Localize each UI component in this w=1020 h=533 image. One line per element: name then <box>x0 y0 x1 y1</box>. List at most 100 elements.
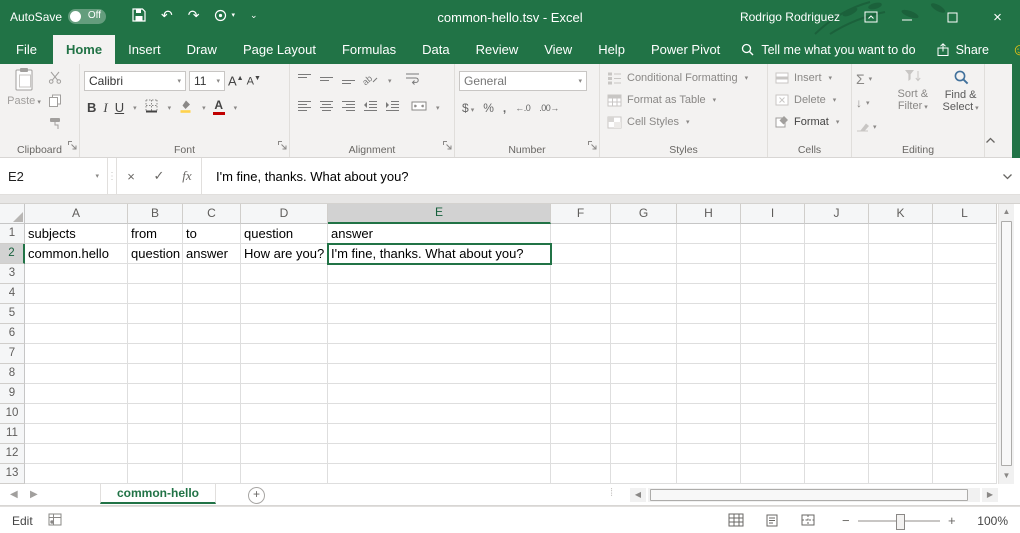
cell-E10[interactable] <box>328 404 551 424</box>
page-layout-view-button[interactable] <box>764 513 780 530</box>
collapse-ribbon-button[interactable] <box>985 131 996 149</box>
insert-function-button[interactable]: fx <box>173 168 201 184</box>
cell-E6[interactable] <box>328 324 551 344</box>
cell-D4[interactable] <box>241 284 328 304</box>
cell-H12[interactable] <box>677 444 741 464</box>
cell-G3[interactable] <box>611 264 677 284</box>
cell-J6[interactable] <box>805 324 869 344</box>
paste-button[interactable]: Paste▾ <box>4 67 44 135</box>
cell-I5[interactable] <box>741 304 805 324</box>
italic-button[interactable]: I <box>103 101 107 115</box>
cell-L12[interactable] <box>933 444 997 464</box>
format-cells-button[interactable]: Format▾ <box>772 111 849 133</box>
cell-E3[interactable] <box>328 264 551 284</box>
page-break-view-button[interactable] <box>800 513 816 530</box>
cell-H9[interactable] <box>677 384 741 404</box>
delete-cells-button[interactable]: Delete▾ <box>772 89 849 111</box>
formula-bar-grip[interactable]: ⋮ <box>108 158 117 194</box>
enter-entry-button[interactable]: ✓ <box>145 168 173 184</box>
cell-A1[interactable]: subjects <box>25 224 128 244</box>
cell-H2[interactable] <box>677 244 741 264</box>
cell-D12[interactable] <box>241 444 328 464</box>
cell-I4[interactable] <box>741 284 805 304</box>
share-button[interactable]: Share <box>924 35 1001 64</box>
cell-I7[interactable] <box>741 344 805 364</box>
cell-J5[interactable] <box>805 304 869 324</box>
cell-L5[interactable] <box>933 304 997 324</box>
cell-K12[interactable] <box>869 444 933 464</box>
cell-H7[interactable] <box>677 344 741 364</box>
cell-K2[interactable] <box>869 244 933 264</box>
cell-C8[interactable] <box>183 364 241 384</box>
cell-B1[interactable]: from <box>128 224 183 244</box>
macro-record-button[interactable] <box>48 513 62 529</box>
cell-F3[interactable] <box>551 264 611 284</box>
close-button[interactable]: × <box>975 0 1020 35</box>
cell-B12[interactable] <box>128 444 183 464</box>
name-box[interactable]: E2▾ <box>0 158 108 194</box>
cell-J4[interactable] <box>805 284 869 304</box>
cell-E11[interactable] <box>328 424 551 444</box>
cell-H5[interactable] <box>677 304 741 324</box>
feedback-button[interactable]: ☺ <box>1001 35 1020 64</box>
ribbon-display-options-button[interactable] <box>864 10 878 29</box>
column-header-G[interactable]: G <box>611 204 677 224</box>
touch-mouse-mode-button[interactable]: ▾ <box>214 9 235 22</box>
row-header-4[interactable]: 4 <box>0 284 25 304</box>
vertical-scrollbar[interactable]: ▲ ▼ <box>998 204 1014 484</box>
autosave-toggle[interactable]: AutoSave Off <box>10 9 106 24</box>
cell-A12[interactable] <box>25 444 128 464</box>
cell-K9[interactable] <box>869 384 933 404</box>
cell-E4[interactable] <box>328 284 551 304</box>
sheet-nav-prev-icon[interactable]: ◀ <box>10 489 18 500</box>
row-header-9[interactable]: 9 <box>0 384 25 404</box>
cell-D8[interactable] <box>241 364 328 384</box>
cut-button[interactable] <box>48 71 62 89</box>
cell-G1[interactable] <box>611 224 677 244</box>
font-dialog-launcher[interactable] <box>277 137 287 155</box>
cell-A6[interactable] <box>25 324 128 344</box>
cell-F5[interactable] <box>551 304 611 324</box>
accounting-format-button[interactable]: $▾ <box>462 101 474 115</box>
tab-draw[interactable]: Draw <box>174 35 230 64</box>
cell-C10[interactable] <box>183 404 241 424</box>
cell-E5[interactable] <box>328 304 551 324</box>
cell-A8[interactable] <box>25 364 128 384</box>
zoom-slider-thumb[interactable] <box>896 514 905 530</box>
cell-D6[interactable] <box>241 324 328 344</box>
row-header-13[interactable]: 13 <box>0 464 25 484</box>
shrink-font-button[interactable]: A▼ <box>247 72 261 89</box>
formula-input[interactable]: I'm fine, thanks. What about you? <box>202 158 994 194</box>
column-header-E[interactable]: E <box>328 204 551 224</box>
scroll-right-icon[interactable]: ▶ <box>982 488 998 502</box>
cell-G9[interactable] <box>611 384 677 404</box>
tab-bar-splitter[interactable]: ⁞ <box>610 487 614 499</box>
cell-E9[interactable] <box>328 384 551 404</box>
cell-L13[interactable] <box>933 464 997 484</box>
cell-I13[interactable] <box>741 464 805 484</box>
increase-indent-button[interactable] <box>385 99 400 117</box>
sheet-tab-common-hello[interactable]: common-hello <box>100 484 216 504</box>
cell-F11[interactable] <box>551 424 611 444</box>
horizontal-scroll-thumb[interactable] <box>650 489 968 501</box>
tab-data[interactable]: Data <box>409 35 462 64</box>
vertical-scroll-thumb[interactable] <box>1001 221 1012 466</box>
find-select-button[interactable]: Find &Select▾ <box>939 67 982 137</box>
align-right-button[interactable] <box>341 99 356 117</box>
tell-me-box[interactable]: Tell me what you want to do <box>733 35 923 64</box>
maximize-button[interactable] <box>930 0 975 35</box>
cell-L10[interactable] <box>933 404 997 424</box>
cell-A2[interactable]: common.hello <box>25 244 128 264</box>
cell-G10[interactable] <box>611 404 677 424</box>
column-header-D[interactable]: D <box>241 204 328 224</box>
cell-C1[interactable]: to <box>183 224 241 244</box>
cell-J3[interactable] <box>805 264 869 284</box>
undo-button[interactable]: ↶ <box>161 8 173 22</box>
cell-K7[interactable] <box>869 344 933 364</box>
cell-H10[interactable] <box>677 404 741 424</box>
cell-C9[interactable] <box>183 384 241 404</box>
cell-L11[interactable] <box>933 424 997 444</box>
cell-L1[interactable] <box>933 224 997 244</box>
cell-C6[interactable] <box>183 324 241 344</box>
cell-C4[interactable] <box>183 284 241 304</box>
